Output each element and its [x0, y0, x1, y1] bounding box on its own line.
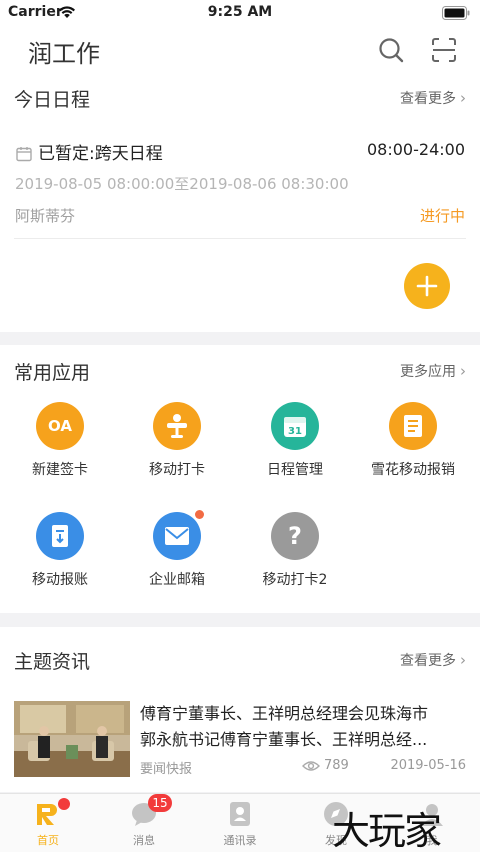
schedule-owner: 阿斯蒂芬	[15, 207, 76, 225]
news-source: 要闻快报	[140, 762, 193, 777]
app-label: 日程管理	[267, 462, 323, 478]
home-icon	[34, 798, 70, 828]
app-label: 移动打卡2	[262, 572, 328, 588]
plus-icon	[416, 275, 438, 297]
schedule-time: 08:00-24:00	[367, 140, 465, 159]
app-header: 润工作	[0, 26, 480, 74]
news-views: 789	[302, 758, 349, 773]
app-label: 企业邮箱	[149, 572, 205, 588]
apps-card: 常用应用 更多应用 › OA 新建签卡 移动打卡 31 日程管理 雪花移动报销 …	[0, 345, 480, 613]
tab-label: 首页	[37, 834, 59, 847]
apps-section-title: 常用应用	[14, 362, 91, 384]
app-label: 移动打卡	[149, 462, 205, 478]
app-label: 移动报账	[32, 572, 88, 588]
news-section-title: 主题资讯	[14, 651, 91, 673]
mail-icon	[153, 510, 204, 560]
contacts-icon	[226, 800, 254, 828]
apps-more-link[interactable]: 更多应用 ›	[400, 361, 466, 381]
reimburse-icon	[389, 402, 437, 450]
tab-label: 通讯录	[223, 834, 257, 847]
schedule-card: 今日日程 查看更多 › 已暂定:跨天日程 08:00-24:00 2019-08…	[0, 74, 480, 332]
news-more-label: 查看更多	[400, 653, 456, 669]
message-count-badge: 15	[148, 794, 172, 812]
app-schedule-manage[interactable]: 31 日程管理	[240, 402, 350, 479]
add-schedule-button[interactable]	[404, 263, 450, 309]
tab-messages[interactable]: 15 消息	[96, 794, 192, 848]
calendar-small-icon	[16, 147, 32, 162]
app-clock-in[interactable]: 移动打卡	[122, 402, 232, 479]
news-date: 2019-05-16	[390, 758, 466, 773]
tab-contacts[interactable]: 通讯录	[192, 800, 288, 848]
news-card: 主题资讯 查看更多 › 傅育宁董事长、王祥明总经理会见珠海市 郭永航书记傅育宁董…	[0, 627, 480, 792]
clock: 9:25 AM	[207, 4, 273, 20]
news-thumbnail	[14, 701, 130, 777]
app-new-signin[interactable]: OA 新建签卡	[5, 402, 115, 479]
app-mobile-report[interactable]: 移动报账	[5, 512, 115, 589]
calendar-icon: 31	[271, 402, 319, 450]
help-icon: ?	[271, 512, 319, 560]
status-bar: Carrier 9:25 AM	[0, 0, 480, 26]
app-label: 雪花移动报销	[371, 462, 455, 478]
battery-icon	[442, 6, 470, 20]
news-view-count: 789	[324, 758, 349, 773]
chevron-right-icon: ›	[460, 89, 466, 107]
notification-dot	[58, 798, 70, 810]
watermark: 大玩家	[332, 809, 442, 852]
divider	[14, 238, 466, 239]
app-reimburse[interactable]: 雪花移动报销	[358, 402, 468, 479]
message-icon: 15	[130, 794, 172, 828]
eye-icon	[302, 760, 320, 771]
tab-label: 消息	[133, 834, 155, 847]
schedule-title: 已暂定:跨天日程	[38, 144, 163, 164]
schedule-date-range: 2019-08-05 08:00:00至2019-08-06 08:30:00	[15, 175, 349, 193]
notification-dot	[195, 510, 204, 519]
news-title: 傅育宁董事长、王祥明总经理会见珠海市 郭永航书记傅育宁董事长、王祥明总经...	[140, 704, 429, 749]
app-clock-in-2[interactable]: ? 移动打卡2	[240, 512, 350, 589]
schedule-section-title: 今日日程	[14, 89, 91, 111]
scan-icon[interactable]	[430, 36, 458, 64]
page-title: 润工作	[28, 40, 100, 68]
app-label: 新建签卡	[32, 462, 88, 478]
schedule-more-link[interactable]: 查看更多 ›	[400, 88, 466, 108]
oa-signin-icon: OA	[36, 402, 84, 450]
apps-more-label: 更多应用	[400, 364, 456, 380]
svg-text:31: 31	[288, 426, 302, 437]
tab-home[interactable]: 首页	[0, 798, 96, 848]
news-more-link[interactable]: 查看更多 ›	[400, 650, 466, 670]
schedule-status: 进行中	[419, 207, 465, 225]
report-icon	[36, 512, 84, 560]
app-enterprise-mail[interactable]: 企业邮箱	[122, 510, 232, 589]
chevron-right-icon: ›	[460, 651, 466, 669]
schedule-more-label: 查看更多	[400, 91, 456, 107]
search-icon[interactable]	[377, 36, 405, 64]
chevron-right-icon: ›	[460, 362, 466, 380]
clock-in-icon	[153, 402, 201, 450]
